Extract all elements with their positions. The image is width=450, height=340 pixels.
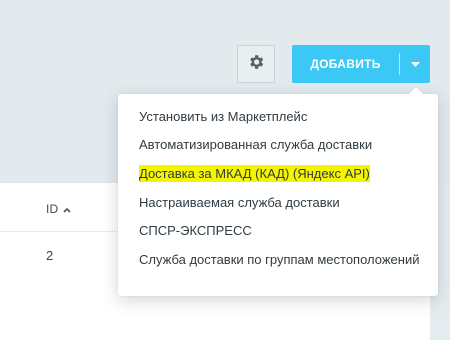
menu-item-label: Доставка за МКАД (КАД) (Яндекс API): [139, 164, 370, 182]
settings-button[interactable]: [237, 45, 275, 83]
menu-item-label: Установить из Маркетплейс: [139, 108, 308, 124]
menu-item-spsr-express[interactable]: СПСР-ЭКСПРЕСС: [118, 216, 438, 245]
cell-id: 2: [46, 248, 54, 263]
column-header-id-label: ID: [46, 202, 59, 216]
menu-item-automated-delivery[interactable]: Автоматизированная служба доставки: [118, 131, 438, 160]
menu-item-marketplace[interactable]: Установить из Маркетплейс: [118, 102, 438, 131]
add-button-label: ДОБАВИТЬ: [310, 57, 381, 71]
menu-item-location-groups-delivery[interactable]: Служба доставки по группам местоположени…: [118, 245, 438, 274]
menu-item-custom-delivery[interactable]: Настраиваемая служба доставки: [118, 188, 438, 217]
gear-icon: [247, 53, 265, 76]
table-row[interactable]: 2: [46, 248, 53, 263]
chevron-down-icon: [410, 55, 420, 73]
add-dropdown-menu: Установить из Маркетплейс Автоматизирова…: [118, 87, 438, 296]
menu-caret: [409, 87, 423, 94]
add-button[interactable]: ДОБАВИТЬ: [292, 45, 430, 83]
menu-item-label: СПСР-ЭКСПРЕСС: [139, 223, 252, 239]
column-header-id[interactable]: ID: [46, 202, 72, 216]
add-dropdown-toggle[interactable]: [400, 45, 430, 83]
menu-item-mkad-delivery[interactable]: Доставка за МКАД (КАД) (Яндекс API): [118, 159, 438, 188]
menu-item-label: Автоматизированная служба доставки: [139, 137, 373, 153]
menu-item-label: Настраиваемая служба доставки: [139, 194, 340, 210]
menu-item-label: Служба доставки по группам местоположени…: [139, 251, 420, 267]
sort-up-icon: [62, 204, 72, 214]
